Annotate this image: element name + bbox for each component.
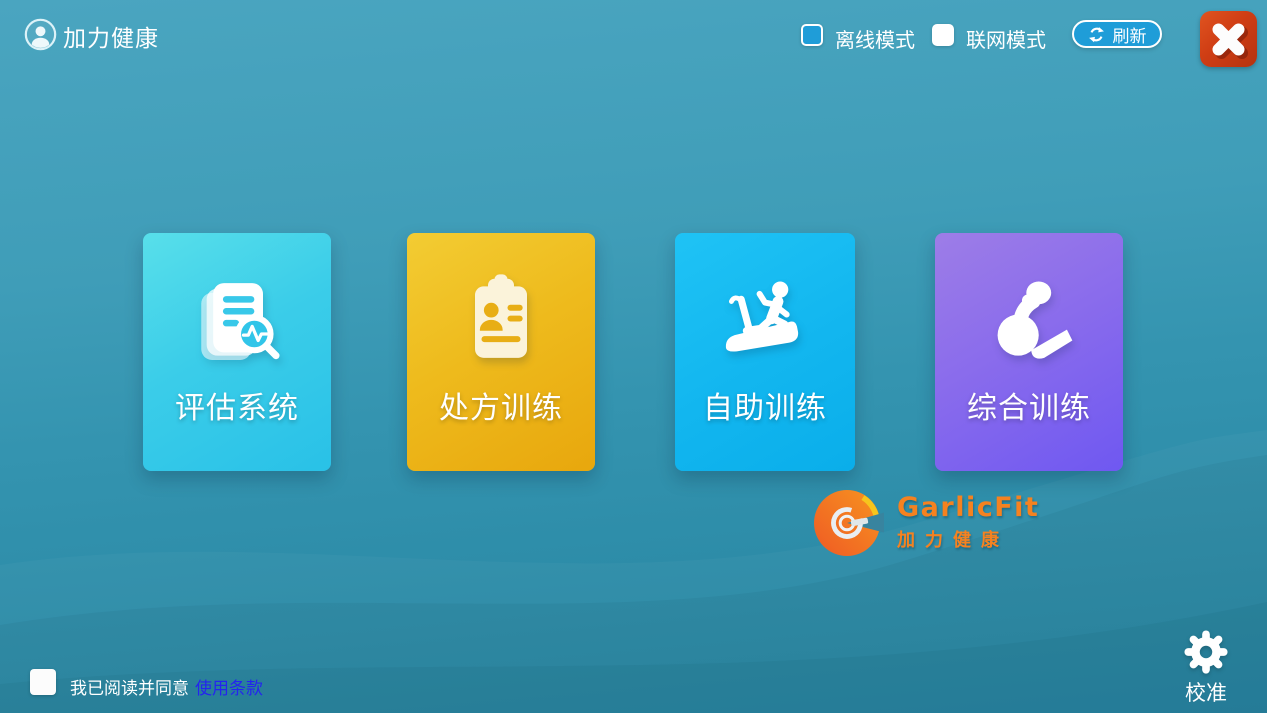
card-prescription-training[interactable]: 处方训练 [407,233,595,471]
close-button[interactable] [1200,11,1257,67]
brand-text: GarlicFit 加力健康 [897,492,1039,552]
refresh-icon [1088,26,1105,43]
online-mode-checkbox[interactable] [932,24,954,46]
card-self-training[interactable]: 自助训练 [675,233,855,471]
bicep-muscle-icon [977,269,1081,373]
page-title: 加力健康 [63,19,159,53]
close-x-icon [1200,11,1257,67]
offline-mode-checkbox[interactable] [801,24,823,46]
refresh-button[interactable]: 刷新 [1072,20,1162,48]
card-prescription-label: 处方训练 [439,383,563,427]
user-avatar-icon[interactable] [24,18,57,51]
prescription-clipboard-icon [449,269,553,373]
assessment-report-icon [185,269,289,373]
terms-agree-checkbox[interactable] [30,669,56,695]
online-mode-label: 联网模式 [966,24,1046,53]
card-assessment-label: 评估系统 [175,383,299,427]
offline-mode-label: 离线模式 [835,24,915,53]
terms-agree-text: 我已阅读并同意使用条款 [70,674,263,699]
refresh-label: 刷新 [1113,22,1147,47]
calibration-label[interactable]: 校准 [1171,677,1241,707]
card-comprehensive-label: 综合训练 [967,383,1091,427]
card-comprehensive-training[interactable]: 综合训练 [935,233,1123,471]
card-assessment-system[interactable]: 评估系统 [143,233,331,471]
calibration-gear-icon[interactable] [1183,629,1229,675]
brand-name-cn: 加力健康 [897,526,1039,552]
agree-statement: 我已阅读并同意 [70,679,189,699]
garlicfit-logo-icon [810,486,884,560]
app-screen: 加力健康 离线模式 联网模式 刷新 [0,0,1267,713]
treadmill-runner-icon [713,269,817,373]
terms-of-use-link[interactable]: 使用条款 [195,679,263,699]
card-self-training-label: 自助训练 [703,383,827,427]
brand-name-en: GarlicFit [897,492,1039,523]
